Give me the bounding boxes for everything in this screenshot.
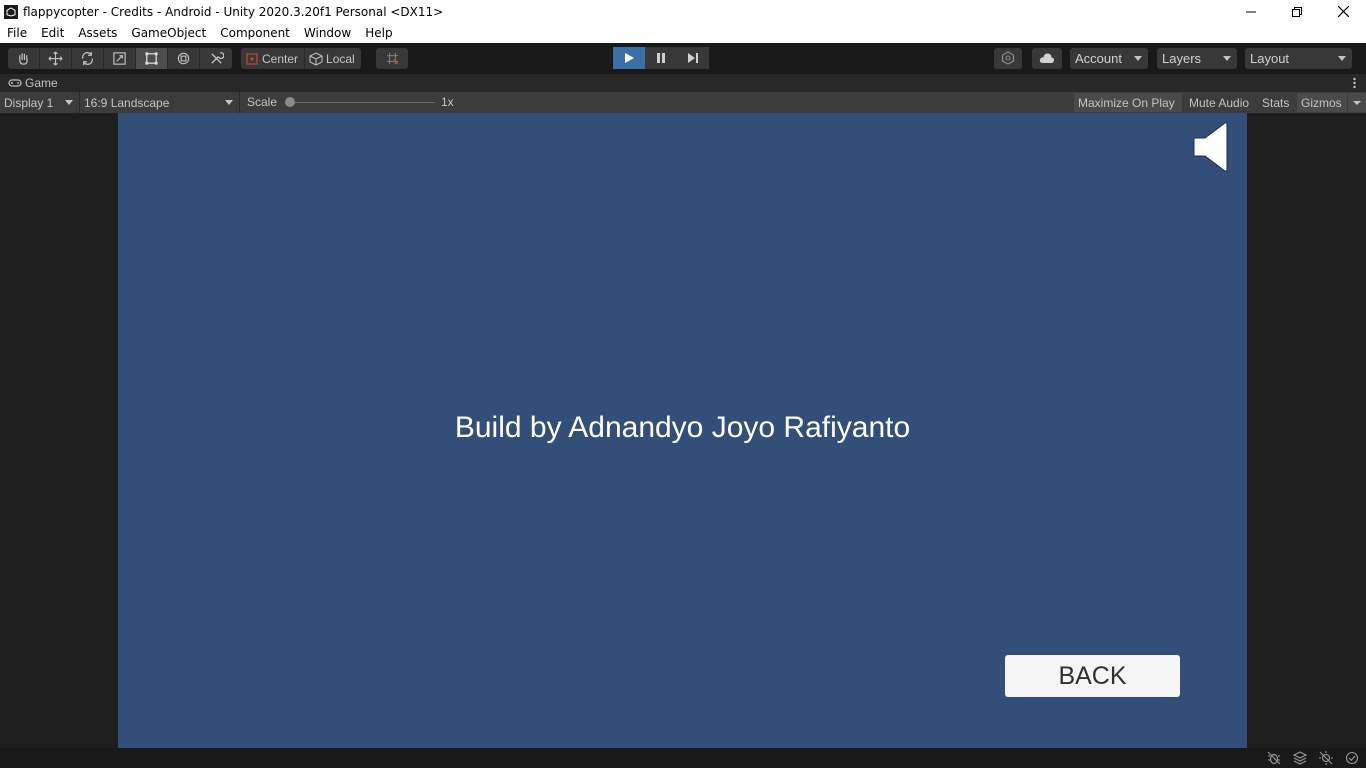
chevron-down-icon [1134, 55, 1142, 61]
pivot-center-toggle[interactable]: Center [241, 48, 306, 69]
menu-help[interactable]: Help [358, 26, 399, 40]
layers-label: Layers [1162, 50, 1202, 66]
back-button[interactable]: BACK [1005, 655, 1180, 697]
pivot-center-label: Center [262, 51, 299, 66]
chevron-down-icon [65, 100, 73, 105]
menu-window[interactable]: Window [297, 26, 358, 40]
tab-game[interactable]: Game [0, 76, 58, 90]
play-icon [625, 53, 634, 63]
aspect-dropdown[interactable]: 16:9 Landscape [80, 92, 240, 113]
restore-button[interactable] [1274, 0, 1320, 23]
pivot-local-toggle[interactable]: Local [305, 48, 361, 69]
rotate-tool-button[interactable] [72, 48, 104, 69]
pause-icon [657, 53, 665, 63]
gamepad-icon [8, 79, 22, 87]
snap-tools [376, 48, 408, 69]
scale-slider-thumb[interactable] [285, 97, 295, 107]
playback-controls [613, 47, 709, 69]
pivot-center-icon [246, 52, 258, 65]
rect-transform-icon [145, 52, 158, 65]
close-button[interactable] [1320, 0, 1366, 23]
step-icon [688, 53, 698, 63]
transform-icon [177, 52, 190, 65]
local-cube-icon [309, 51, 323, 66]
rotate-icon [82, 51, 93, 66]
maximize-on-play-toggle[interactable]: Maximize On Play [1074, 93, 1182, 112]
gizmos-label: Gizmos [1301, 95, 1342, 110]
scale-value: 1x [441, 95, 454, 109]
chevron-down-icon [225, 100, 233, 105]
display-dropdown[interactable]: Display 1 [0, 92, 80, 113]
step-button[interactable] [677, 47, 709, 69]
menu-gameobject[interactable]: GameObject [124, 26, 213, 40]
scale-tool-button[interactable] [104, 48, 136, 69]
stats-toggle[interactable]: Stats [1258, 93, 1296, 112]
stats-label: Stats [1262, 95, 1290, 110]
close-icon [1337, 6, 1349, 17]
game-view-tab-bar: Game [0, 74, 1366, 92]
kebab-menu-icon[interactable] [1353, 76, 1356, 90]
layout-dropdown[interactable]: Layout [1245, 47, 1352, 69]
move-icon [48, 51, 63, 66]
maximize-on-play-label: Maximize On Play [1078, 95, 1175, 110]
minimize-icon [1246, 11, 1256, 12]
pivot-local-label: Local [326, 51, 355, 66]
hand-icon [19, 53, 28, 65]
grid-snap-button[interactable] [376, 48, 408, 69]
back-button-label: BACK [1058, 661, 1127, 690]
transform-tools [8, 48, 232, 69]
mute-audio-label: Mute Audio [1189, 95, 1250, 110]
menu-edit[interactable]: Edit [34, 26, 71, 40]
collab-button[interactable] [994, 47, 1022, 69]
collab-icon [1001, 51, 1015, 65]
window-title-bar: flappycopter - Credits - Android - Unity… [0, 0, 1366, 23]
play-button[interactable] [613, 47, 645, 69]
hand-tool-button[interactable] [8, 48, 40, 69]
menu-file[interactable]: File [0, 26, 34, 40]
chevron-down-icon [1223, 55, 1231, 61]
chevron-down-icon [1338, 55, 1346, 61]
gizmos-dropdown[interactable] [1348, 93, 1366, 112]
minimize-button[interactable] [1228, 0, 1274, 23]
gizmos-toggle[interactable]: Gizmos [1297, 93, 1347, 112]
mute-audio-toggle[interactable]: Mute Audio [1185, 93, 1255, 112]
scale-slider-track[interactable] [290, 102, 435, 103]
checkmark-icon[interactable] [1344, 750, 1360, 766]
credit-text: Build by Adnandyo Joyo Rafiyanto [454, 411, 911, 444]
pause-button[interactable] [645, 47, 677, 69]
grid-snap-icon [386, 52, 399, 65]
status-bar [0, 748, 1366, 768]
unity-logo-icon [4, 4, 18, 19]
menu-component[interactable]: Component [213, 26, 297, 40]
layers-dropdown[interactable]: Layers [1157, 47, 1237, 69]
chevron-down-icon [1353, 101, 1361, 105]
cloud-icon [1039, 53, 1055, 63]
account-dropdown[interactable]: Account [1070, 47, 1148, 69]
scale-label: Scale [247, 95, 278, 109]
aspect-label: 16:9 Landscape [84, 95, 170, 110]
restore-icon [1292, 6, 1302, 17]
window-title: flappycopter - Credits - Android - Unity… [23, 4, 444, 19]
menu-bar: File Edit Assets GameObject Component Wi… [0, 23, 1366, 43]
move-tool-button[interactable] [40, 48, 72, 69]
collab-tools: Account Layers Layout [994, 47, 1352, 69]
display-label: Display 1 [4, 95, 54, 110]
menu-assets[interactable]: Assets [71, 26, 124, 40]
lighting-icon[interactable] [1318, 750, 1334, 766]
layers-stack-icon[interactable] [1292, 750, 1308, 766]
layout-label: Layout [1250, 50, 1290, 66]
tab-game-label: Game [25, 76, 58, 90]
scale-icon [113, 52, 126, 65]
transform-tool-button[interactable] [168, 48, 200, 69]
pivot-tools: Center Local [241, 48, 361, 69]
speaker-icon[interactable] [1193, 121, 1229, 173]
cloud-button[interactable] [1032, 47, 1062, 69]
account-label: Account [1075, 50, 1122, 66]
custom-tool-button[interactable] [200, 48, 232, 69]
wrench-icon [210, 52, 224, 64]
game-canvas[interactable]: Build by Adnandyo Joyo Rafiyanto BACK [118, 113, 1247, 748]
bug-icon[interactable] [1266, 750, 1282, 766]
rect-tool-button[interactable] [136, 48, 168, 69]
